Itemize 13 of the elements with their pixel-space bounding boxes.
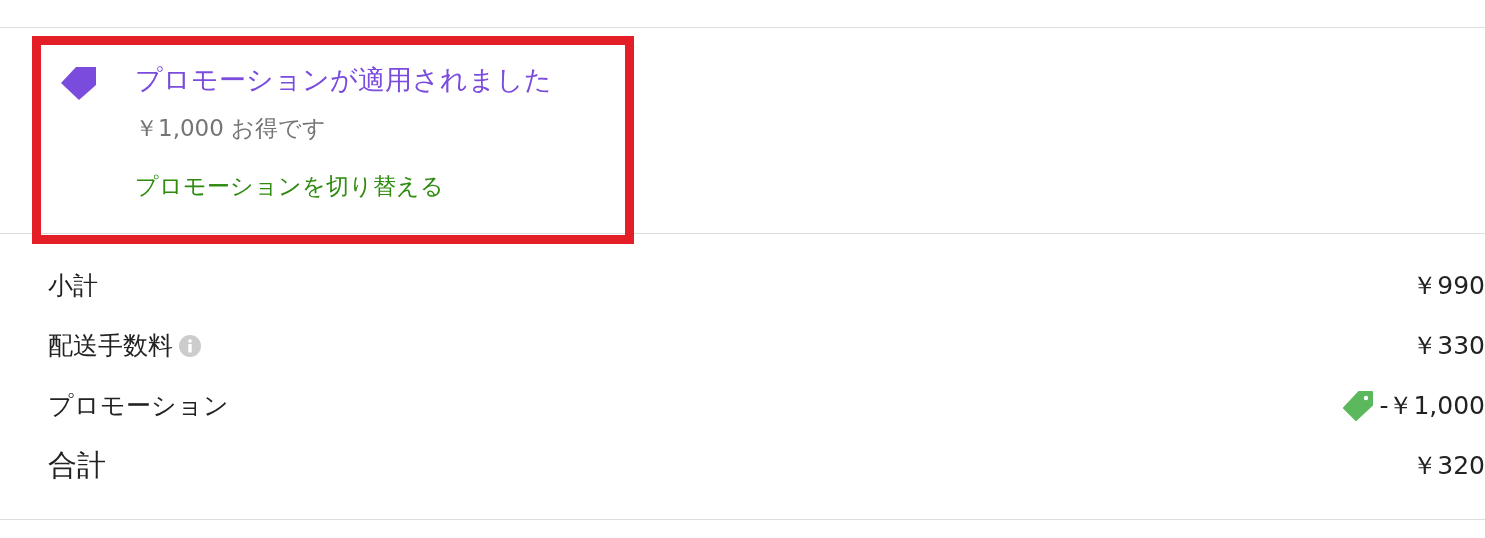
- summary-amount: ￥990: [1412, 270, 1485, 303]
- summary-amount: -￥1,000: [1379, 390, 1485, 423]
- tag-icon: [1343, 391, 1374, 421]
- summary-label: 配送手数料: [48, 330, 173, 363]
- savings-text: ￥1,000 お得です: [135, 114, 328, 143]
- promotion-title: プロモーションが適用されました: [135, 63, 552, 97]
- info-icon[interactable]: [179, 335, 201, 357]
- total-label: 合計: [48, 447, 106, 485]
- summary-label: プロモーション: [48, 390, 229, 423]
- summary-amount: ￥330: [1412, 330, 1485, 363]
- change-promotion-link[interactable]: プロモーションを切り替える: [135, 171, 552, 201]
- total-amount: ￥320: [1412, 450, 1485, 483]
- summary-label: 小計: [48, 270, 98, 303]
